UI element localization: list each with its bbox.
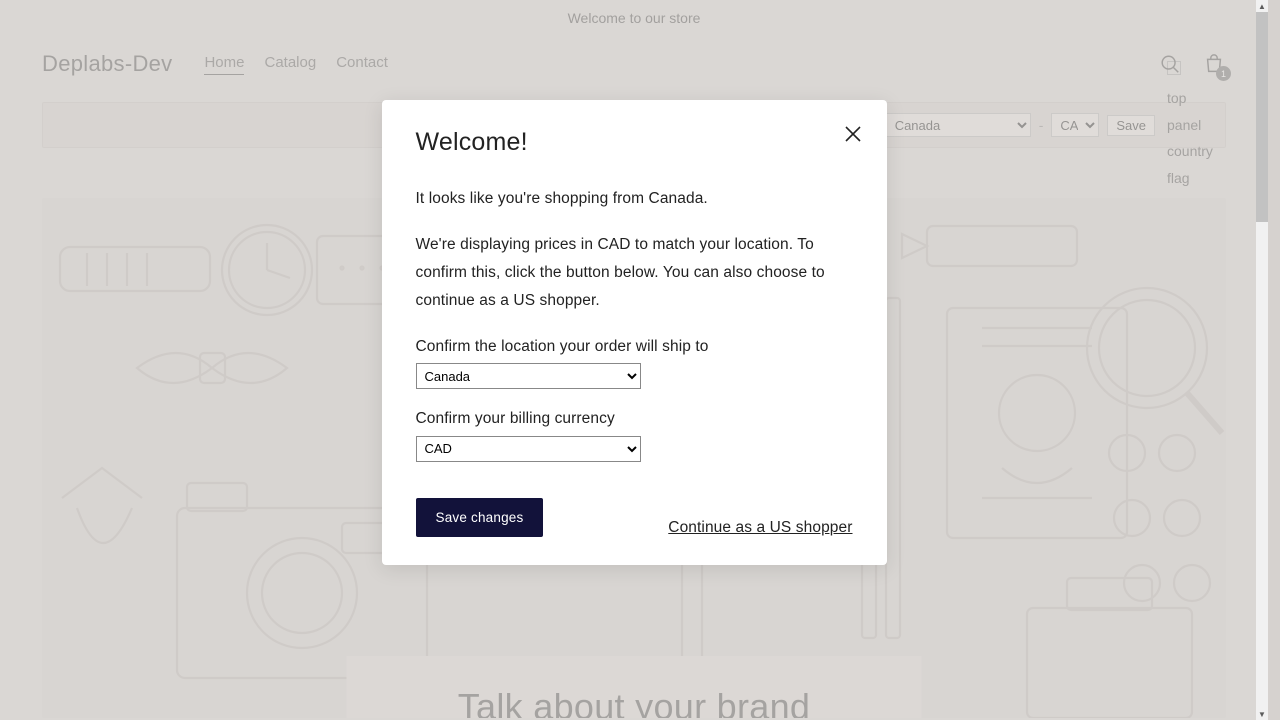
- welcome-modal: Welcome! It looks like you're shopping f…: [382, 100, 887, 565]
- scroll-up-arrow-icon[interactable]: ▲: [1256, 0, 1268, 12]
- modal-description: We're displaying prices in CAD to match …: [416, 231, 853, 315]
- scrollbar-thumb[interactable]: [1256, 12, 1268, 222]
- ship-to-label: Confirm the location your order will shi…: [416, 333, 853, 362]
- continue-us-shopper-link[interactable]: Continue as a US shopper: [668, 519, 852, 537]
- scroll-down-arrow-icon[interactable]: ▼: [1256, 708, 1268, 720]
- billing-currency-label: Confirm your billing currency: [416, 405, 853, 434]
- save-changes-button[interactable]: Save changes: [416, 498, 544, 537]
- vertical-scrollbar[interactable]: ▲ ▼: [1256, 0, 1268, 720]
- modal-overlay[interactable]: Welcome! It looks like you're shopping f…: [0, 0, 1268, 720]
- page-root: Welcome to our store Deplabs-Dev Home Ca…: [0, 0, 1268, 720]
- ship-to-select[interactable]: Canada: [416, 363, 641, 389]
- close-icon[interactable]: [841, 122, 865, 146]
- billing-currency-select[interactable]: CAD: [416, 436, 641, 462]
- modal-actions: Save changes Continue as a US shopper: [416, 498, 853, 537]
- modal-title: Welcome!: [416, 128, 853, 157]
- modal-detected-location: It looks like you're shopping from Canad…: [416, 185, 853, 213]
